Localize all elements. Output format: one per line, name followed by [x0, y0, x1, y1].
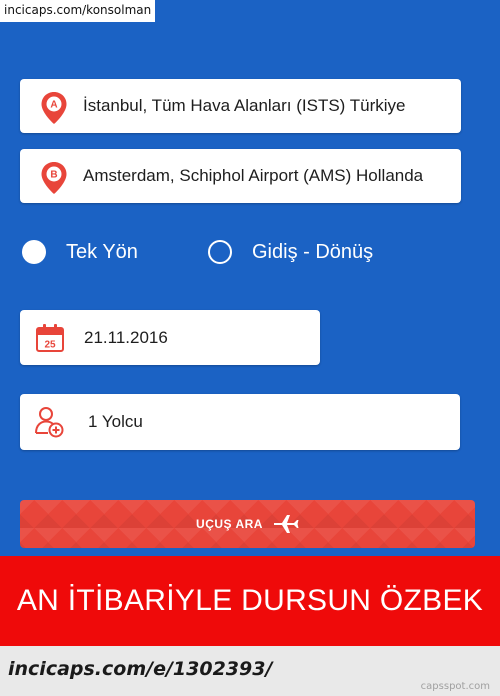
pin-b-letter: B [50, 170, 57, 181]
add-passenger-icon [35, 407, 64, 438]
calendar-icon: 25 [36, 324, 64, 352]
origin-value: İstanbul, Tüm Hava Alanları (ISTS) Türki… [83, 96, 406, 115]
origin-field[interactable]: A İstanbul, Tüm Hava Alanları (ISTS) Tür… [20, 79, 461, 133]
calendar-day: 25 [44, 340, 56, 351]
round-trip-radio[interactable]: Gidiş - Dönüş [208, 230, 373, 274]
round-trip-label: Gidiş - Dönüş [252, 240, 374, 263]
pin-a-letter: A [50, 100, 57, 111]
footer-bar: incicaps.com/e/1302393/ capsspot.com [0, 646, 500, 696]
one-way-radio-dot[interactable] [22, 240, 46, 264]
footer-url: incicaps.com/e/1302393/ [8, 658, 273, 680]
flight-search-screen: A İstanbul, Tüm Hava Alanları (ISTS) Tür… [0, 0, 500, 556]
footer-brand: capsspot.com [420, 681, 490, 692]
airplane-icon [273, 515, 299, 533]
destination-value: Amsterdam, Schiphol Airport (AMS) Hollan… [83, 166, 424, 185]
search-flights-label: UÇUŞ ARA [196, 517, 263, 531]
round-trip-radio-dot[interactable] [208, 240, 232, 264]
date-field[interactable]: 25 21.11.2016 [20, 310, 320, 365]
passenger-field[interactable]: 1 Yolcu [20, 394, 460, 450]
caption-banner: AN İTİBARİYLE DURSUN ÖZBEK [0, 556, 500, 646]
location-pin-a-icon: A [41, 92, 67, 124]
date-value: 21.11.2016 [84, 327, 168, 347]
top-watermark: incicaps.com/konsolman [0, 0, 156, 22]
one-way-label: Tek Yön [66, 240, 138, 263]
location-pin-b-icon: B [41, 162, 67, 194]
caption-headline: AN İTİBARİYLE DURSUN ÖZBEK [16, 584, 484, 617]
trip-type-selector: Tek Yön Gidiş - Dönüş [20, 230, 460, 274]
search-flights-button[interactable]: UÇUŞ ARA [20, 500, 475, 548]
destination-field[interactable]: B Amsterdam, Schiphol Airport (AMS) Holl… [20, 149, 461, 203]
one-way-radio[interactable]: Tek Yön [22, 230, 138, 274]
passenger-value: 1 Yolcu [88, 412, 143, 431]
